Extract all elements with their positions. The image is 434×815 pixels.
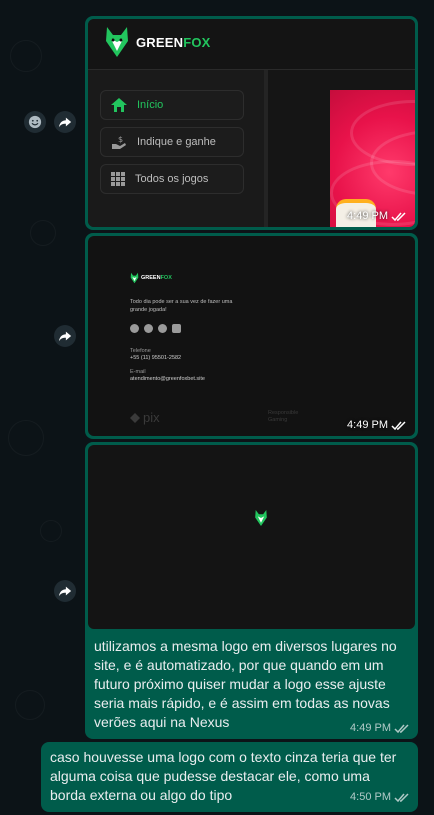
time-text: 4:49 PM [347,419,388,431]
forward-icon [58,117,72,128]
pix-text: pix [143,410,160,425]
greenfox-logo: GREENFOX [104,25,211,59]
forward-icon [58,586,72,597]
brand-name: GREENFOX [136,35,211,50]
brand-green-text: GREEN [141,275,161,281]
footer-tagline: Todo dia pode ser a sua vez de fazer uma… [130,299,233,313]
email-value: atendimento@greenfoxbet.site [130,376,205,382]
nav-item-label: Indique e ganhe [137,136,216,148]
fox-logo-icon [106,27,128,57]
site-content [268,70,415,227]
time-text: 4:49 PM [347,210,388,222]
read-ticks-icon [394,793,409,803]
image-message[interactable]: GREENFOX Todo dia pode ser a sua vez de … [85,233,418,439]
svg-text:$: $ [118,135,123,144]
read-ticks-icon [391,211,406,221]
read-ticks-icon [391,420,406,430]
twitter-icon[interactable] [158,324,167,333]
money-hand-icon: $ [112,135,126,149]
brand-fox-text: FOX [160,275,172,281]
time-text: 4:50 PM [350,791,391,803]
pix-logo: pix [130,410,160,425]
grid-icon [111,172,125,186]
email-label: E-mail [130,369,146,375]
telegram-icon[interactable] [130,324,139,333]
home-icon [111,98,127,112]
pix-icon [130,412,140,423]
nav-item-todos-os-jogos[interactable]: Todos os jogos [100,164,244,194]
site-screenshot-sidebar[interactable]: GREENFOX Início $ Indique e ganhe Todos … [88,19,415,227]
nav-item-label: Início [137,99,164,111]
responsible-gaming-text: Responsible Gaming [268,410,299,423]
forward-button[interactable] [54,111,76,133]
phone-label: Telefone [130,348,151,354]
emoji-react-button[interactable] [24,111,46,133]
text-message[interactable]: caso houvesse uma logo com o texto cinza… [41,742,418,812]
time-text: 4:49 PM [350,722,391,734]
promo-banner [330,90,415,227]
nav-item-indique-e-ganhe[interactable]: $ Indique e ganhe [100,127,244,157]
instagram-icon[interactable] [144,324,153,333]
image-caption-message[interactable]: utilizamos a mesma logo em diversos luga… [85,442,418,739]
site-sidebar: Início $ Indique e ganhe Todos os jogos [88,70,268,227]
brand-name: GREENFOX [141,275,172,281]
message-timestamp: 4:49 PM [347,210,407,222]
smiley-icon [28,115,42,129]
message-timestamp: 4:49 PM [350,722,410,734]
brand-green-text: GREEN [136,34,184,50]
nav-item-label: Todos os jogos [135,173,209,185]
greenfox-logo-small: GREENFOX [130,272,172,284]
forward-button[interactable] [54,580,76,602]
phone-value: +55 (11) 95501-2582 [130,355,182,361]
forward-button[interactable] [54,325,76,347]
logo-screenshot[interactable] [88,445,415,629]
message-timestamp: 4:49 PM [347,419,407,431]
forward-icon [58,331,72,342]
message-timestamp: 4:50 PM [350,788,410,807]
site-screenshot-footer[interactable]: GREENFOX Todo dia pode ser a sua vez de … [88,236,415,436]
brand-fox-text: FOX [183,34,211,50]
fox-logo-icon [255,510,267,526]
message-caption: utilizamos a mesma logo em diversos luga… [94,638,397,730]
image-message[interactable]: GREENFOX Início $ Indique e ganhe Todos … [85,16,418,230]
fox-logo-icon [130,272,139,284]
youtube-icon[interactable] [172,324,181,333]
read-ticks-icon [394,723,409,733]
site-header: GREENFOX [88,19,415,70]
nav-item-inicio[interactable]: Início [100,90,244,120]
